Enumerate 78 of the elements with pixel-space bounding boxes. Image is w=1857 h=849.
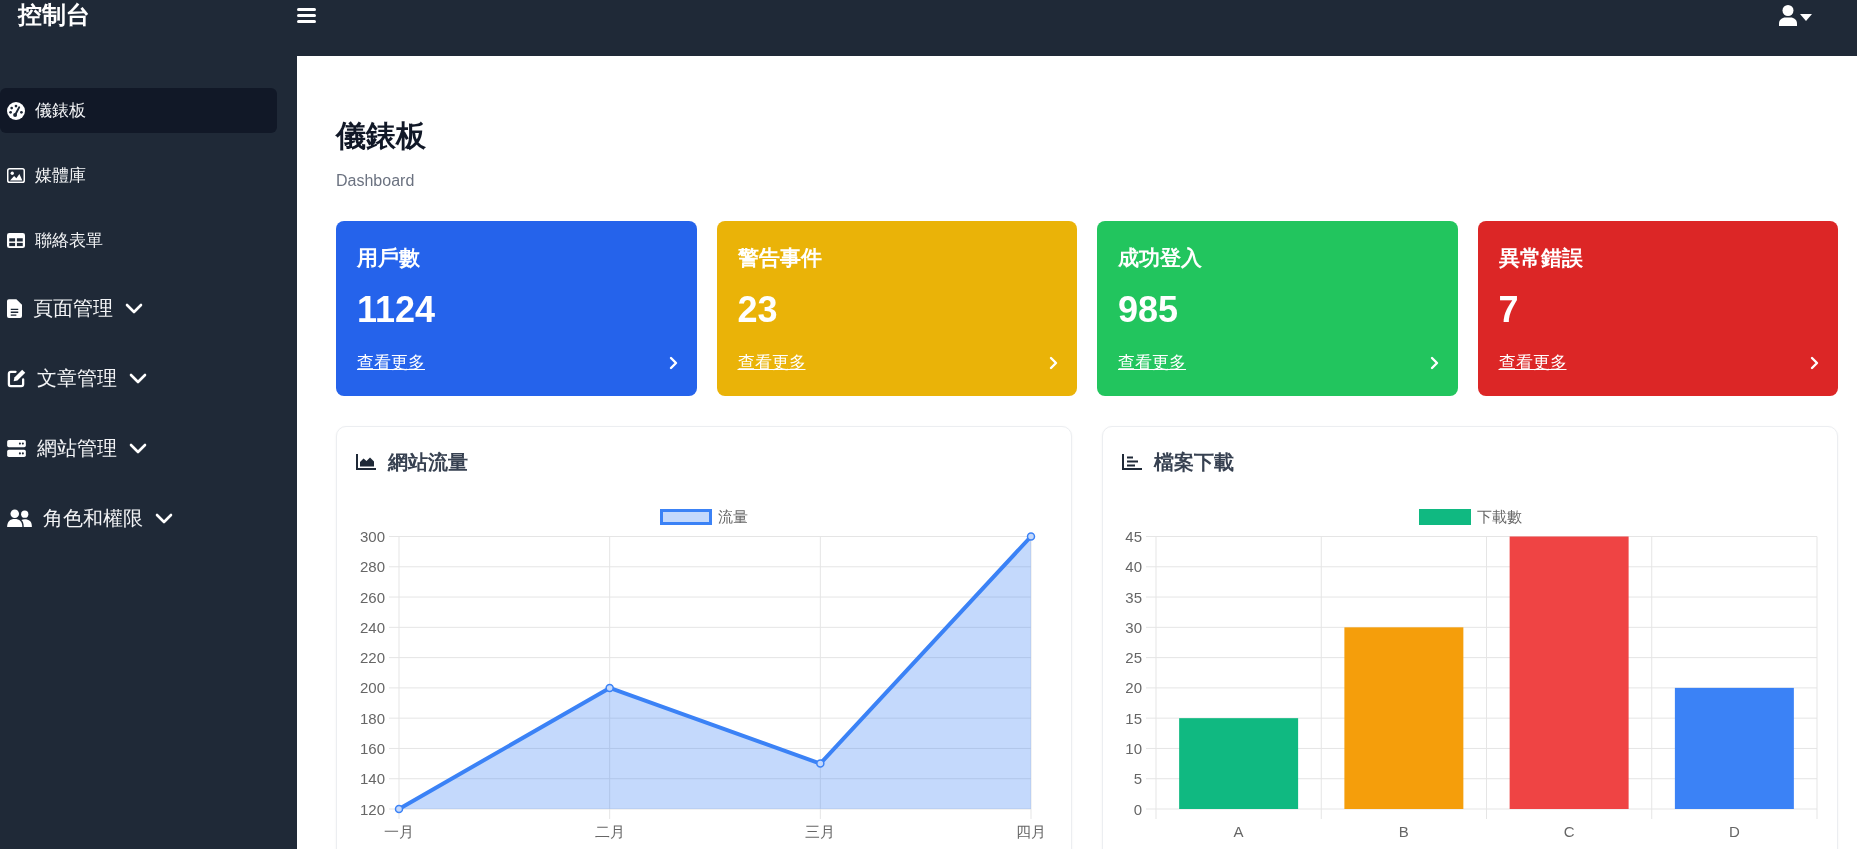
image-icon: [7, 168, 25, 183]
y-axis-label: 20: [1125, 679, 1142, 697]
user-icon: [1779, 5, 1797, 26]
menu-icon[interactable]: [297, 8, 316, 23]
chart-title: 檔案下載: [1154, 450, 1234, 475]
app-title: 控制台: [18, 0, 90, 30]
y-axis-label: 240: [359, 618, 385, 636]
card-value: 7: [1498, 288, 1519, 332]
server-icon: [7, 439, 26, 457]
card-title: 警告事件: [737, 245, 822, 271]
users-icon: [7, 508, 32, 528]
card-title: 用戶數: [357, 245, 420, 271]
x-axis-label: A: [1233, 822, 1244, 840]
x-axis-label: 一月: [384, 822, 414, 840]
y-axis-label: 120: [359, 800, 385, 818]
sidebar-item[interactable]: 聯絡表單: [0, 218, 277, 263]
y-axis-label: 15: [1125, 709, 1142, 727]
y-axis-label: 5: [1133, 770, 1142, 788]
file-icon: [7, 298, 22, 318]
y-axis-label: 280: [359, 558, 385, 576]
view-more-link[interactable]: 查看更多: [357, 351, 425, 375]
card-value: 1124: [357, 288, 436, 332]
table-icon: [7, 233, 25, 248]
sidebar-item[interactable]: 儀錶板: [0, 88, 277, 133]
card-value: 23: [737, 288, 778, 332]
page-subtitle: Dashboard: [336, 171, 415, 191]
x-axis-label: C: [1563, 822, 1575, 840]
card-title: 異常錯誤: [1498, 245, 1583, 271]
bar-chart-icon: [1122, 454, 1142, 470]
x-axis-label: 三月: [805, 822, 836, 840]
y-axis-label: 25: [1125, 649, 1142, 667]
x-axis-label: D: [1728, 822, 1740, 840]
y-axis-label: 180: [359, 709, 385, 727]
y-axis-label: 200: [359, 679, 385, 697]
chevron-down-icon: [129, 442, 147, 454]
chevron-down-icon: [125, 302, 143, 314]
edit-icon: [7, 368, 26, 388]
sidebar-item[interactable]: 媒體庫: [0, 153, 277, 198]
legend-label: 流量: [718, 507, 748, 527]
y-axis-label: 10: [1125, 739, 1142, 757]
x-axis-label: 二月: [594, 822, 625, 840]
chevron-right-icon: [1429, 356, 1439, 370]
sidebar-item[interactable]: 網站管理: [0, 423, 277, 473]
y-axis-label: 0: [1133, 800, 1142, 818]
chevron-right-icon: [1810, 356, 1819, 370]
legend-swatch-icon: [660, 509, 712, 525]
data-point: [1026, 532, 1036, 541]
data-point: [394, 804, 404, 814]
data-point: [816, 759, 825, 768]
chevron-down-icon: [129, 372, 147, 384]
card-value: 985: [1118, 288, 1179, 332]
view-more-link[interactable]: 查看更多: [1498, 351, 1567, 375]
legend-label: 下載數: [1476, 507, 1522, 527]
y-axis-label: 260: [359, 588, 385, 606]
chevron-down-icon: [155, 512, 173, 524]
y-axis-label: 30: [1125, 618, 1142, 636]
area-chart-icon: [356, 454, 376, 470]
y-axis-label: 35: [1125, 588, 1142, 606]
x-axis-label: 四月: [1016, 822, 1046, 840]
y-axis-label: 300: [359, 528, 385, 545]
x-axis-label: B: [1398, 822, 1409, 840]
chevron-right-icon: [668, 356, 678, 370]
y-axis-label: 160: [359, 739, 385, 757]
sidebar-item[interactable]: 頁面管理: [0, 283, 277, 333]
y-axis-label: 140: [359, 770, 385, 788]
caret-icon: [1800, 13, 1812, 21]
sidebar-item[interactable]: 文章管理: [0, 353, 277, 403]
page-title: 儀錶板: [336, 118, 426, 154]
chart-title: 網站流量: [388, 450, 468, 475]
chevron-right-icon: [1049, 356, 1058, 370]
data-point: [605, 683, 614, 693]
user-menu-button[interactable]: [1779, 5, 1812, 26]
sidebar-item[interactable]: 角色和權限: [0, 493, 277, 543]
y-axis-label: 40: [1125, 558, 1142, 576]
card-title: 成功登入: [1118, 245, 1202, 271]
y-axis-label: 220: [359, 649, 385, 667]
y-axis-label: 45: [1125, 528, 1142, 545]
gauge-icon: [7, 101, 25, 120]
